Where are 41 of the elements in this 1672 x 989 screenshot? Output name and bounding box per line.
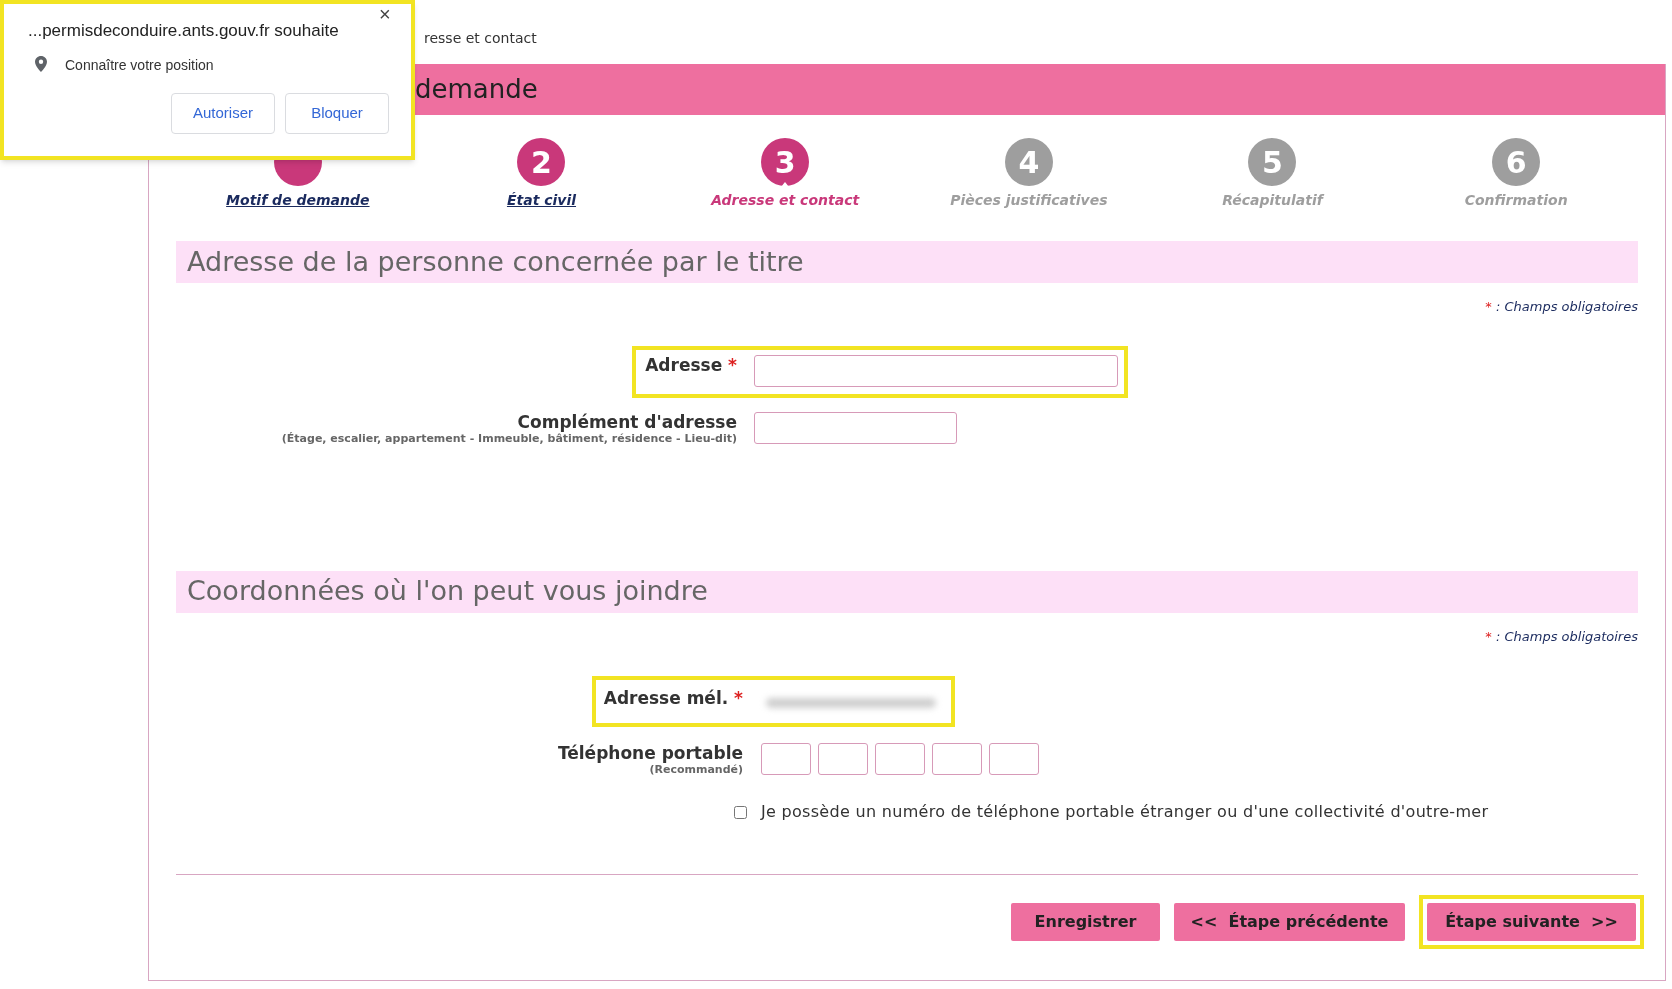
phone-digit-field[interactable] xyxy=(761,743,811,775)
popup-button[interactable]: Autoriser xyxy=(171,93,275,134)
text-field[interactable] xyxy=(754,411,957,444)
field-hint: (Étage, escalier, appartement - Immeuble, bâtiment, résidence - Lieu-dit) xyxy=(281,431,737,445)
step-label: Récapitulatif xyxy=(1222,191,1323,210)
popup-origin: ...permisdeconduire.ants.gouv.fr souhaite xyxy=(28,20,339,42)
close-button[interactable]: × xyxy=(379,4,391,24)
step-label: Adresse et contact xyxy=(711,191,860,210)
checkbox[interactable] xyxy=(734,805,747,819)
required-note: * : Champs obligatoires xyxy=(1485,627,1638,646)
nav-button[interactable]: Étape suivante >> xyxy=(1427,903,1636,941)
step-number: 4 xyxy=(1004,138,1053,186)
phone-digit-field[interactable] xyxy=(818,743,868,775)
page-title: demande xyxy=(415,73,538,106)
step-number: 6 xyxy=(1492,138,1541,186)
nav-button[interactable]: Enregistrer xyxy=(1011,903,1160,941)
section-heading: Coordonnées où l'on peut vous joindre xyxy=(176,570,1638,613)
field-label: Complément d'adresse xyxy=(517,411,737,432)
field-label: Adresse * xyxy=(645,354,737,375)
breadcrumb-text: resse et contact xyxy=(424,30,537,46)
step-number: 3 xyxy=(761,138,810,186)
step-label: Pièces justificatives xyxy=(950,191,1108,210)
field-hint: (Recommandé) xyxy=(649,763,743,776)
phone-digit-field[interactable] xyxy=(989,743,1039,775)
field-label: Téléphone portable xyxy=(557,743,743,763)
step-label: Confirmation xyxy=(1464,191,1568,210)
step-link[interactable]: État civil xyxy=(506,190,577,211)
step-number: 2 xyxy=(517,138,566,186)
popup-message: Connaître votre position xyxy=(65,56,214,75)
checkbox-label: Je possède un numéro de téléphone portable étranger ou d'une collectivité d'outre-mer xyxy=(761,801,1489,823)
step-number: 5 xyxy=(1248,138,1297,186)
nav-button[interactable]: << Étape précédente xyxy=(1174,903,1405,941)
location-pin-icon xyxy=(35,56,47,72)
field-label: Adresse mél. * xyxy=(603,688,743,708)
phone-digit-field[interactable] xyxy=(932,743,982,775)
text-field[interactable] xyxy=(754,354,1118,387)
required-note: * : Champs obligatoires xyxy=(1485,298,1638,316)
section-heading: Adresse de la personne concernée par le titre xyxy=(176,241,1638,283)
phone-digit-field[interactable] xyxy=(875,743,925,775)
popup-button[interactable]: Bloquer xyxy=(285,93,389,134)
step-link[interactable]: Motif de demande xyxy=(226,190,370,211)
